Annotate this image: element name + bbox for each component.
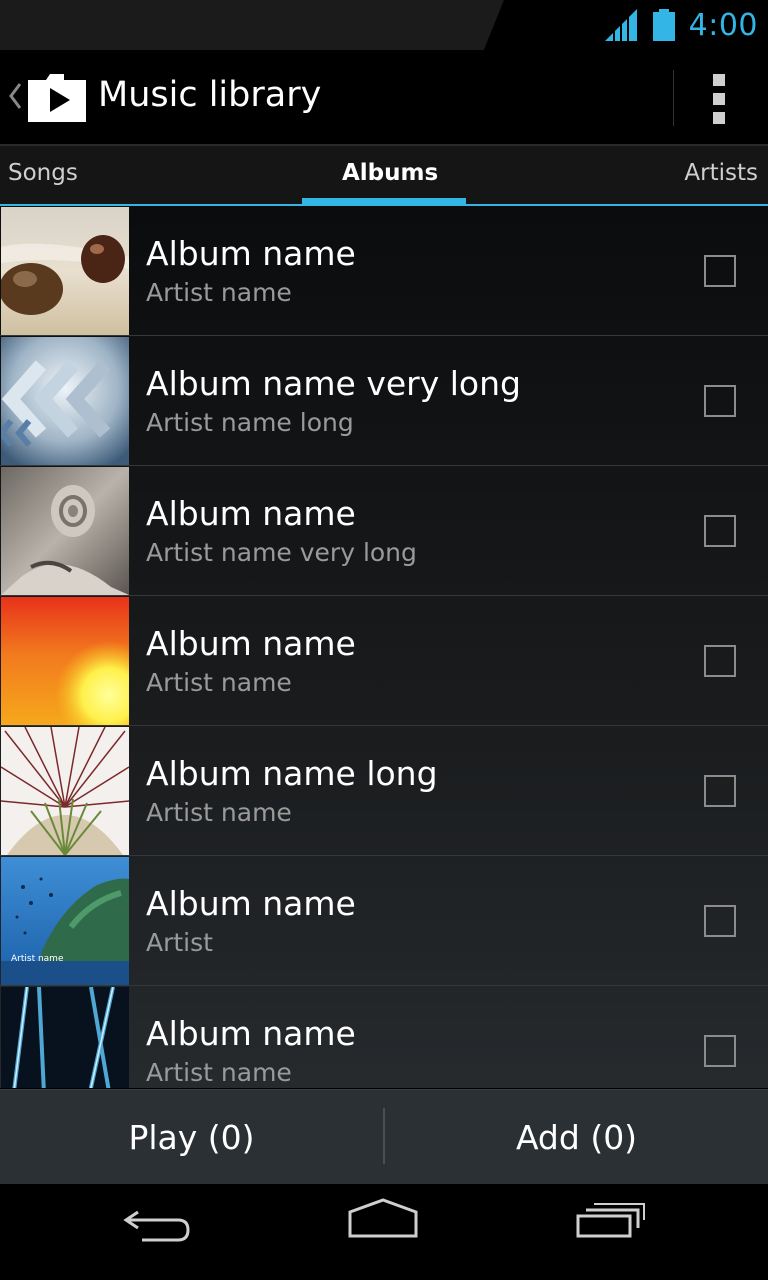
select-checkbox[interactable] bbox=[704, 385, 736, 417]
album-title: Album name bbox=[146, 1014, 356, 1053]
artist-name: Artist name bbox=[146, 798, 292, 827]
tab-songs[interactable]: Songs bbox=[8, 160, 78, 186]
artist-name: Artist name long bbox=[146, 408, 354, 437]
action-bar-divider bbox=[673, 70, 674, 126]
play-button[interactable]: Play (0) bbox=[0, 1090, 383, 1185]
album-cover bbox=[1, 467, 129, 595]
home-icon[interactable] bbox=[346, 1198, 420, 1238]
album-cover: Artist name bbox=[1, 857, 129, 985]
select-checkbox[interactable] bbox=[704, 515, 736, 547]
recent-apps-icon[interactable] bbox=[574, 1200, 646, 1240]
navigation-bar bbox=[0, 1184, 768, 1280]
album-title: Album name bbox=[146, 234, 356, 273]
list-item[interactable]: Album name long Artist name bbox=[0, 726, 768, 856]
battery-icon bbox=[652, 9, 675, 41]
tab-albums[interactable]: Albums bbox=[342, 160, 438, 186]
select-checkbox[interactable] bbox=[704, 255, 736, 287]
select-checkbox[interactable] bbox=[704, 775, 736, 807]
album-cover bbox=[1, 207, 129, 335]
signal-icon bbox=[604, 9, 637, 41]
tab-selected-indicator bbox=[302, 198, 466, 204]
album-cover bbox=[1, 597, 129, 725]
status-bar: 4:00 bbox=[0, 0, 768, 50]
album-title: Album name long bbox=[146, 754, 438, 793]
clock: 4:00 bbox=[688, 7, 758, 43]
action-bar: Music library bbox=[0, 50, 768, 146]
tab-strip: Songs Albums Artists bbox=[0, 146, 768, 206]
list-item[interactable]: Artist name Album name Artist bbox=[0, 856, 768, 986]
album-title: Album name bbox=[146, 624, 356, 663]
page-title: Music library bbox=[98, 75, 322, 115]
album-cover bbox=[1, 337, 129, 465]
select-checkbox[interactable] bbox=[704, 645, 736, 677]
artist-name: Artist name bbox=[146, 1058, 292, 1087]
list-item[interactable]: Album name Artist name bbox=[0, 596, 768, 726]
album-title: Album name bbox=[146, 884, 356, 923]
album-cover bbox=[1, 987, 129, 1088]
list-item[interactable]: Album name very long Artist name long bbox=[0, 336, 768, 466]
album-cover bbox=[1, 727, 129, 855]
artist-name: Artist bbox=[146, 928, 213, 957]
overflow-menu-icon[interactable] bbox=[710, 74, 728, 124]
button-bar: Play (0) Add (0) bbox=[0, 1089, 768, 1185]
list-item[interactable]: Album name Artist name bbox=[0, 206, 768, 336]
music-folder-icon[interactable] bbox=[28, 74, 86, 122]
artist-name: Artist name very long bbox=[146, 538, 417, 567]
up-caret-icon[interactable] bbox=[8, 82, 22, 110]
select-checkbox[interactable] bbox=[704, 1035, 736, 1067]
tab-artists[interactable]: Artists bbox=[684, 160, 758, 186]
artist-name: Artist name bbox=[146, 278, 292, 307]
list-item[interactable]: Album name Artist name bbox=[0, 986, 768, 1088]
list-item[interactable]: Album name Artist name very long bbox=[0, 466, 768, 596]
album-title: Album name bbox=[146, 494, 356, 533]
add-button[interactable]: Add (0) bbox=[385, 1090, 768, 1185]
cover-artist-text: Artist name bbox=[11, 954, 64, 964]
album-list[interactable]: Album name Artist name Album name very l… bbox=[0, 206, 768, 1088]
select-checkbox[interactable] bbox=[704, 905, 736, 937]
notification-area bbox=[0, 0, 504, 50]
back-icon[interactable] bbox=[122, 1204, 194, 1244]
artist-name: Artist name bbox=[146, 668, 292, 697]
album-title: Album name very long bbox=[146, 364, 521, 403]
